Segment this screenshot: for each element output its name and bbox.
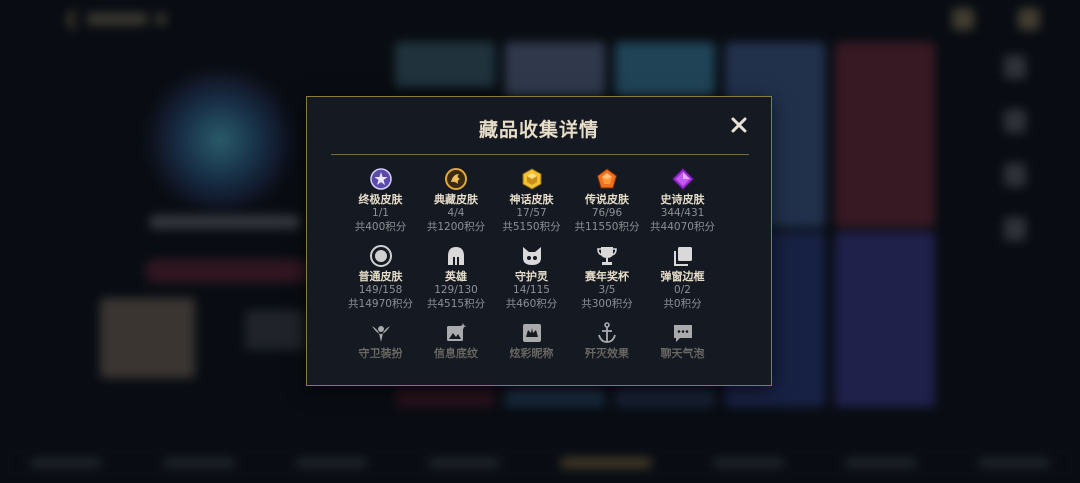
item-count: 14/115 [513, 284, 550, 296]
collection-item-guardian[interactable]: 守护灵 14/115 共460积分 [494, 244, 569, 311]
item-points: 共44070积分 [650, 221, 715, 233]
item-label: 守护灵 [515, 270, 548, 283]
collection-item-champion[interactable]: 英雄 129/130 共4515积分 [419, 244, 494, 311]
item-points: 共4515积分 [426, 298, 486, 310]
collection-item-epic[interactable]: 史诗皮肤 344/431 共44070积分 [645, 167, 720, 234]
item-count: 344/431 [660, 207, 705, 219]
title-divider [331, 154, 749, 155]
item-points: 共460积分 [505, 298, 558, 310]
info-pattern-icon [447, 323, 467, 341]
popup-frame-icon [673, 247, 692, 266]
item-label: 英雄 [445, 270, 467, 283]
item-points: 共300积分 [581, 298, 633, 310]
collection-item-collection[interactable]: 典藏皮肤 4/4 共1200积分 [419, 167, 494, 234]
collection-row: 普通皮肤 149/158 共14970积分 英雄 129/130 共4515积分… [343, 244, 720, 311]
item-count: 129/130 [434, 284, 478, 296]
annihilation-effect-icon [598, 322, 616, 343]
collection-item-legendary[interactable]: 传说皮肤 76/96 共11550积分 [570, 167, 645, 234]
legendary-skin-icon [596, 168, 618, 189]
collection-skin-icon [445, 168, 467, 190]
chroma-nickname-icon [522, 324, 541, 342]
collection-details-modal: 藏品收集详情 终极皮肤 1/1 共400积分 典藏皮肤 4/4 共1200积分 … [306, 96, 772, 386]
champion-helmet-icon [448, 247, 464, 265]
item-points: 共0积分 [663, 298, 702, 310]
ward-skin-icon [371, 326, 390, 342]
collection-item-annihilation[interactable]: 歼灭效果 [570, 321, 645, 361]
item-label: 典藏皮肤 [434, 193, 478, 206]
item-count: 17/57 [516, 207, 547, 219]
normal-skin-icon [369, 245, 392, 267]
close-icon[interactable] [727, 113, 751, 137]
item-label: 信息底纹 [434, 347, 478, 360]
collection-row: 守卫装扮 信息底纹 炫彩昵称 歼灭效果 聊天气泡 [343, 321, 720, 361]
item-label: 史诗皮肤 [660, 193, 705, 206]
collection-item-trophy[interactable]: 赛年奖杯 3/5 共300积分 [570, 244, 645, 311]
item-count: 0/2 [674, 284, 691, 296]
item-label: 赛年奖杯 [585, 270, 629, 283]
item-label: 传说皮肤 [585, 193, 629, 206]
item-label: 普通皮肤 [358, 270, 403, 283]
collection-item-chroma-nickname[interactable]: 炫彩昵称 [494, 321, 569, 361]
collection-item-popup-frame[interactable]: 弹窗边框 0/2 共0积分 [645, 244, 720, 311]
item-label: 歼灭效果 [585, 347, 629, 360]
collection-item-mythic[interactable]: 神话皮肤 17/57 共5150积分 [494, 167, 569, 234]
collection-item-chat-bubble[interactable]: 聊天气泡 [645, 321, 720, 361]
item-points: 共1200积分 [426, 221, 486, 233]
guardian-icon [522, 247, 541, 265]
item-label: 聊天气泡 [660, 347, 705, 360]
mythic-skin-icon [522, 168, 541, 190]
collection-item-ultimate[interactable]: 终极皮肤 1/1 共400积分 [343, 167, 418, 234]
item-label: 守卫装扮 [358, 347, 403, 360]
item-count: 4/4 [447, 207, 465, 219]
modal-title: 藏品收集详情 [478, 119, 599, 141]
item-label: 炫彩昵称 [509, 347, 554, 360]
collection-item-info-pattern[interactable]: 信息底纹 [419, 321, 494, 361]
item-points: 共400积分 [354, 221, 407, 233]
item-count: 3/5 [598, 284, 616, 296]
item-count: 1/1 [372, 207, 389, 219]
item-points: 共14970积分 [348, 298, 413, 310]
collection-item-ward[interactable]: 守卫装扮 [343, 321, 418, 361]
item-count: 149/158 [358, 284, 403, 296]
item-label: 终极皮肤 [358, 193, 403, 206]
collection-row: 终极皮肤 1/1 共400积分 典藏皮肤 4/4 共1200积分 神话皮肤 17… [343, 167, 720, 234]
item-points: 共11550积分 [574, 221, 640, 233]
item-label: 弹窗边框 [660, 270, 705, 283]
epic-skin-icon [671, 167, 694, 191]
chat-bubble-icon [673, 325, 692, 342]
collection-item-normal[interactable]: 普通皮肤 149/158 共14970积分 [343, 244, 418, 311]
item-count: 76/96 [591, 207, 623, 219]
item-points: 共5150积分 [502, 221, 561, 233]
item-label: 神话皮肤 [509, 193, 554, 206]
trophy-icon [597, 247, 617, 265]
ultimate-skin-icon [369, 168, 392, 190]
